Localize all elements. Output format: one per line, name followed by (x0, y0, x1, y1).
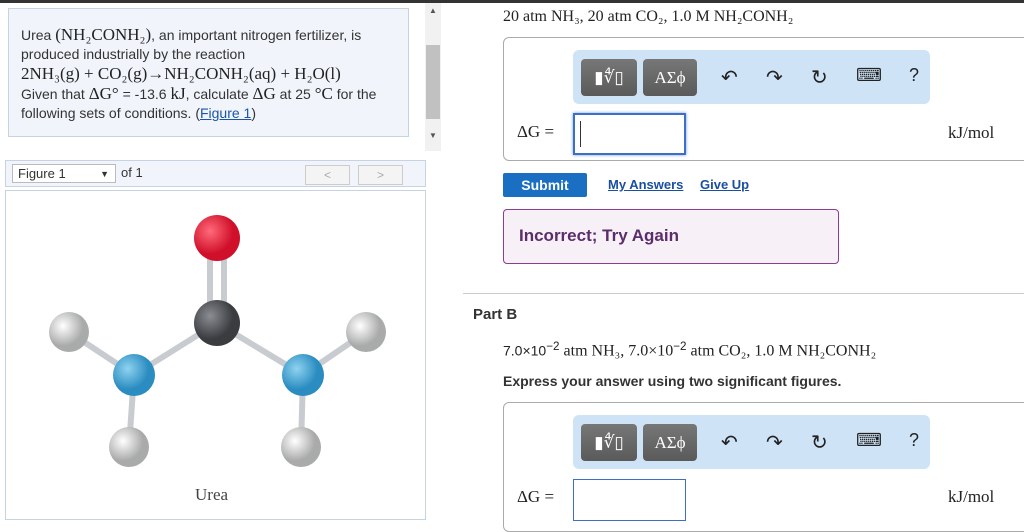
my-answers-link[interactable]: My Answers (608, 177, 683, 192)
redo-icon[interactable]: ↷ (766, 430, 783, 455)
keyboard-icon[interactable]: ⌨ (856, 65, 882, 86)
part-b-conditions: 7.0×10−2 atm NH₃, 7.0×10−2 atm CO₂, 1.0 … (503, 340, 876, 361)
text: atm NH₃, 7.0×10 (559, 342, 674, 360)
reset-icon[interactable]: ↻ (811, 430, 828, 455)
scroll-up-icon[interactable]: ▲ (425, 6, 441, 15)
prev-figure-button[interactable]: < (305, 165, 350, 185)
text: atm CO₂, 1.0 M NH₂CONH₂ (686, 342, 877, 360)
top-bar (0, 0, 1024, 3)
reset-icon[interactable]: ↻ (811, 65, 828, 90)
figure-panel (5, 190, 426, 520)
text: ΔG (252, 84, 276, 103)
answer-input-a[interactable] (573, 113, 686, 155)
next-figure-button[interactable]: > (358, 165, 403, 185)
symbols-button[interactable]: ΑΣϕ (643, 59, 697, 96)
exponent: −2 (673, 340, 687, 353)
unit-label: kJ/mol (948, 123, 995, 142)
text: kJ (170, 84, 186, 103)
submit-button[interactable]: Submit (503, 173, 587, 197)
scrollbar-thumb[interactable] (426, 45, 440, 119)
chevron-down-icon: ▼ (100, 169, 109, 179)
text: Urea (21, 27, 56, 43)
figure-link[interactable]: Figure 1 (200, 105, 251, 121)
math-toolbar-b: ▮∜▯ ΑΣϕ ↶ ↷ ↻ ⌨ ? (573, 415, 930, 469)
keyboard-icon[interactable]: ⌨ (856, 430, 882, 451)
text: °C (314, 84, 333, 103)
undo-icon[interactable]: ↶ (721, 65, 738, 90)
figure-select-value: Figure 1 (18, 166, 66, 181)
math-toolbar-a: ▮∜▯ ΑΣϕ ↶ ↷ ↻ ⌨ ? (573, 50, 930, 104)
part-b-title: Part B (473, 306, 518, 323)
urea-molecule-image (49, 215, 386, 467)
exponent: −2 (546, 340, 560, 353)
feedback-message: Incorrect; Try Again (503, 209, 839, 264)
templates-button[interactable]: ▮∜▯ (581, 59, 637, 96)
help-icon[interactable]: ? (909, 430, 919, 451)
text: , calculate (185, 86, 253, 102)
answer-input-b[interactable] (573, 479, 686, 521)
redo-icon[interactable]: ↷ (766, 65, 783, 90)
undo-icon[interactable]: ↶ (721, 430, 738, 455)
text-cursor (580, 121, 581, 147)
delta-g-label: ΔG = (517, 122, 555, 141)
reaction-equation: 2NH₃(g) + CO₂(g)→NH₂CONH₂(aq) + H₂O(l) (21, 64, 341, 83)
delta-g-label: ΔG = (517, 487, 555, 506)
give-up-link[interactable]: Give Up (700, 177, 749, 192)
text: 7.0×10 (503, 342, 547, 359)
problem-statement: Urea (NH₂CONH₂), an important nitrogen f… (8, 8, 409, 137)
part-a-conditions: 20 atm NH₃, 20 atm CO₂, 1.0 M NH₂CONH₂ (503, 8, 793, 26)
help-icon[interactable]: ? (909, 65, 919, 86)
formula: (NH₂CONH₂) (55, 25, 152, 44)
figure-caption: Urea (195, 485, 229, 504)
question-text: 20 atm NH₃, 20 atm CO₂, 1.0 M NH₂CONH₂ (503, 8, 794, 25)
text: Given that (21, 86, 89, 102)
figure-count: of 1 (121, 165, 143, 180)
figure-select[interactable]: Figure 1 ▼ (12, 164, 116, 183)
text: = -13.6 (118, 86, 171, 102)
text: ) (251, 105, 257, 121)
divider (463, 293, 1024, 294)
scroll-down-icon[interactable]: ▼ (425, 131, 441, 140)
templates-button[interactable]: ▮∜▯ (581, 424, 637, 461)
symbols-button[interactable]: ΑΣϕ (643, 424, 697, 461)
text: at 25 (275, 86, 315, 102)
instruction-text: Express your answer using two significan… (503, 373, 842, 389)
unit-label: kJ/mol (948, 487, 995, 506)
text: ΔG° (88, 84, 119, 103)
